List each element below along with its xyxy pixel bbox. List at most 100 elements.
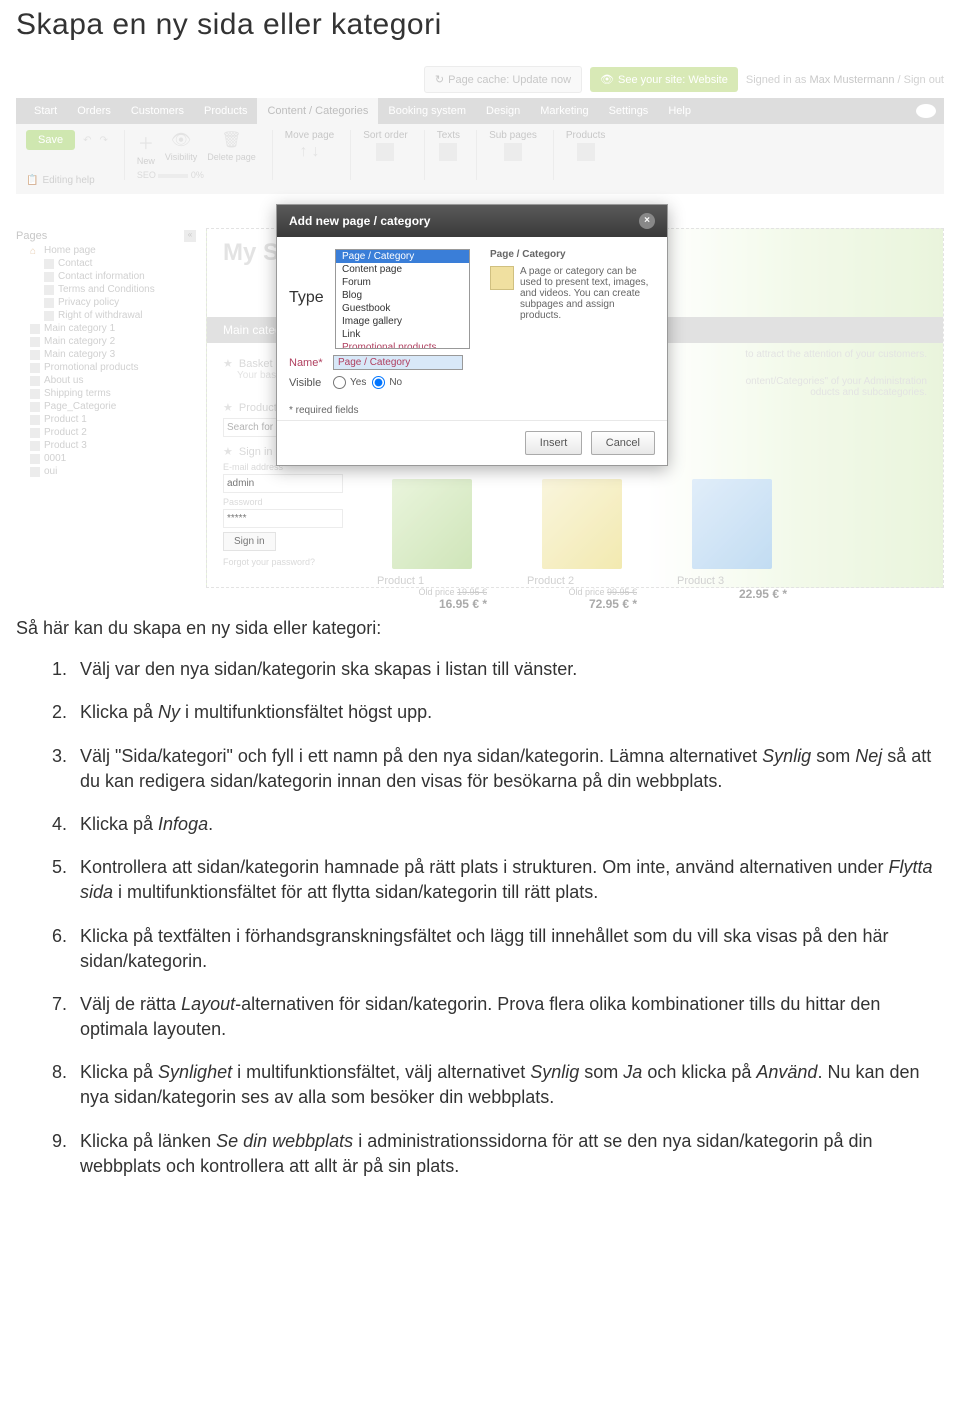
- step-item: Klicka på textfälten i förhandsgransknin…: [72, 924, 944, 974]
- nav-item[interactable]: Orders: [67, 105, 121, 117]
- see-site-button[interactable]: 👁 See your site: Website: [590, 67, 738, 92]
- intro-text: Så här kan du skapa en ny sida eller kat…: [16, 616, 944, 641]
- sidebar-item[interactable]: Product 3: [16, 439, 196, 452]
- sort-order-group: Sort order: [350, 130, 407, 180]
- sort-icon[interactable]: [376, 143, 394, 161]
- sidebar-item-label: Main category 1: [44, 323, 115, 334]
- page-cache-label: Page cache: Update now: [448, 74, 571, 86]
- nav-item[interactable]: Start: [24, 105, 67, 117]
- product-item[interactable]: Product 3 22.95 € *: [677, 479, 787, 611]
- type-option[interactable]: Content page: [336, 263, 469, 276]
- arrow-up-icon[interactable]: ↑: [300, 143, 308, 161]
- new-price: 22.95 € *: [677, 587, 787, 601]
- eye-icon: 👁: [600, 73, 614, 86]
- type-option[interactable]: Page / Category: [336, 250, 469, 263]
- sidebar-item[interactable]: About us: [16, 374, 196, 387]
- nav-item[interactable]: Content / Categories: [257, 98, 378, 124]
- cancel-button[interactable]: Cancel: [591, 431, 655, 455]
- nav-item[interactable]: Settings: [599, 105, 659, 117]
- sidebar-item-label: 0001: [44, 453, 66, 464]
- folder-icon: [30, 324, 40, 334]
- folder-icon: [30, 467, 40, 477]
- sidebar-item[interactable]: Privacy policy: [16, 296, 196, 309]
- type-option[interactable]: Forum: [336, 276, 469, 289]
- editing-help-link[interactable]: 📋 Editing help: [26, 175, 95, 186]
- type-option[interactable]: Image gallery: [336, 315, 469, 328]
- sidebar-item[interactable]: Contact information: [16, 270, 196, 283]
- text-icon[interactable]: [439, 143, 457, 161]
- page-title: Skapa en ny sida eller kategori: [0, 0, 960, 58]
- sidebar-item-label: Main category 2: [44, 336, 115, 347]
- close-icon[interactable]: ×: [639, 213, 655, 229]
- sidebar-item-label: About us: [44, 375, 83, 386]
- nav-item[interactable]: Design: [476, 105, 530, 117]
- sidebar-item[interactable]: Shipping terms: [16, 387, 196, 400]
- type-option[interactable]: Blog: [336, 289, 469, 302]
- type-select[interactable]: Page / CategoryContent pageForumBlogGues…: [335, 249, 470, 349]
- sidebar-item[interactable]: oui: [16, 465, 196, 478]
- help-icon[interactable]: ?: [916, 104, 936, 118]
- step-item: Klicka på Ny i multifunktionsfältet högs…: [72, 700, 944, 725]
- name-field[interactable]: [333, 355, 463, 370]
- step-item: Välj var den nya sidan/kategorin ska ska…: [72, 657, 944, 682]
- signin-button[interactable]: Sign in: [223, 532, 276, 551]
- new-tool[interactable]: ＋ New: [137, 130, 155, 166]
- arrow-down-icon[interactable]: ↓: [312, 143, 320, 161]
- type-option[interactable]: Link: [336, 328, 469, 341]
- sidebar-item[interactable]: 0001: [16, 452, 196, 465]
- sidebar-item-label: Product 1: [44, 414, 87, 425]
- visibility-tool[interactable]: 👁 Visibility: [165, 130, 197, 162]
- sidebar-item-label: Right of withdrawal: [58, 310, 142, 321]
- nav-item[interactable]: Products: [194, 105, 257, 117]
- visible-yes[interactable]: Yes: [333, 376, 366, 389]
- old-price: Old price 99.95 €: [527, 587, 637, 597]
- folder-icon: [30, 337, 40, 347]
- product-name: Product 1: [377, 575, 487, 587]
- folder-icon: [30, 415, 40, 425]
- collapse-icon[interactable]: «: [184, 230, 196, 242]
- delete-tool[interactable]: 🗑 Delete page: [207, 130, 256, 162]
- nav-item[interactable]: Marketing: [530, 105, 598, 117]
- star-icon: ★: [223, 445, 233, 458]
- product-image: [692, 479, 772, 569]
- sidebar-item-label: Main category 3: [44, 349, 115, 360]
- sidebar-item[interactable]: Product 1: [16, 413, 196, 426]
- sidebar-item[interactable]: Page_Categorie: [16, 400, 196, 413]
- email-field[interactable]: [223, 474, 343, 493]
- document-body: Så här kan du skapa en ny sida eller kat…: [0, 616, 960, 1237]
- page-cache-button[interactable]: ↻ Page cache: Update now: [424, 66, 582, 93]
- save-button[interactable]: Save: [26, 130, 75, 150]
- nav-item[interactable]: Help: [658, 105, 701, 117]
- product-item[interactable]: Product 2 Old price 99.95 € 72.95 € *: [527, 479, 637, 611]
- redo-icon[interactable]: ↷: [99, 135, 107, 146]
- sidebar-item[interactable]: Main category 2: [16, 335, 196, 348]
- sidebar-item[interactable]: Terms and Conditions: [16, 283, 196, 296]
- sidebar-item[interactable]: ⌂Home page: [16, 244, 196, 257]
- sidebar-item[interactable]: Main category 1: [16, 322, 196, 335]
- sidebar-item-label: Privacy policy: [58, 297, 119, 308]
- plus-icon: ＋: [138, 130, 154, 154]
- password-field[interactable]: [223, 509, 343, 528]
- folder-icon: [30, 428, 40, 438]
- folder-icon: [30, 441, 40, 451]
- product-item[interactable]: Product 1 Old price 19.95 € 16.95 € *: [377, 479, 487, 611]
- sidebar-item[interactable]: Right of withdrawal: [16, 309, 196, 322]
- modal-header: Add new page / category ×: [277, 205, 667, 237]
- sidebar-item[interactable]: Promotional products: [16, 361, 196, 374]
- info-description: A page or category can be used to presen…: [520, 266, 655, 321]
- products-icon[interactable]: [577, 143, 595, 161]
- sidebar-item[interactable]: Main category 3: [16, 348, 196, 361]
- nav-item[interactable]: Customers: [121, 105, 194, 117]
- sidebar-item[interactable]: Contact: [16, 257, 196, 270]
- sidebar-item-label: Product 2: [44, 427, 87, 438]
- toolbar: Save ↶ ↷ 📋 Editing help ＋ New 👁 Visibili…: [16, 124, 944, 194]
- type-option[interactable]: Promotional products: [336, 341, 469, 349]
- nav-item[interactable]: Booking system: [378, 105, 476, 117]
- undo-icon[interactable]: ↶: [83, 135, 91, 146]
- visible-no[interactable]: No: [372, 376, 402, 389]
- sidebar-item[interactable]: Product 2: [16, 426, 196, 439]
- sign-out-link[interactable]: Sign out: [904, 74, 944, 86]
- subpages-icon[interactable]: [504, 143, 522, 161]
- insert-button[interactable]: Insert: [525, 431, 583, 455]
- type-option[interactable]: Guestbook: [336, 302, 469, 315]
